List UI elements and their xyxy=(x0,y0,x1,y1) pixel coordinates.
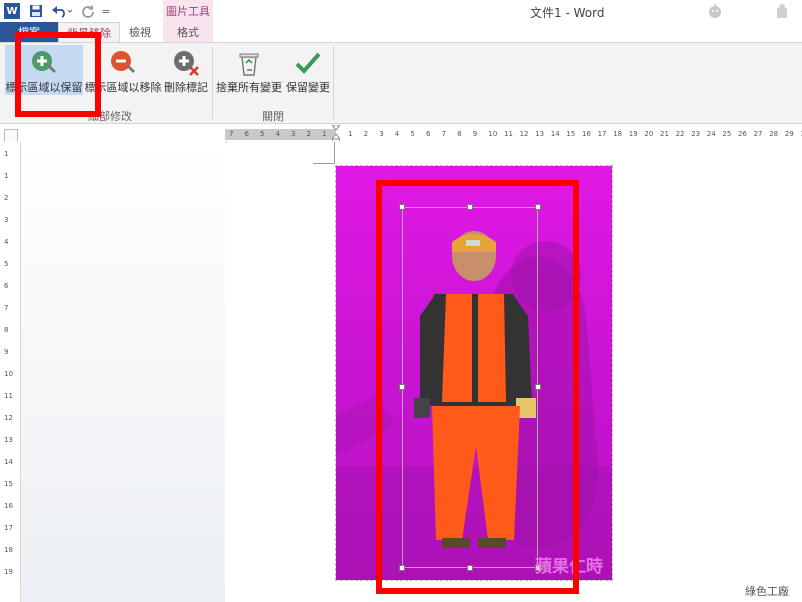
highlight-box-person xyxy=(376,180,579,594)
ruler-tick: 20 xyxy=(644,130,654,138)
navigation-pane xyxy=(21,142,225,602)
delete-mark-label: 刪除標記 xyxy=(164,81,208,94)
ruler-tick: 23 xyxy=(691,130,701,138)
minus-pencil-icon xyxy=(111,51,135,73)
ruler-tick: 12 xyxy=(4,414,13,422)
ruler-tick: 5 xyxy=(4,260,9,268)
save-icon[interactable] xyxy=(28,3,44,19)
ruler-tick: 2 xyxy=(363,130,369,138)
keep-changes-button[interactable]: 保留變更 xyxy=(285,45,331,95)
picture-tools-context-label: 圖片工具 xyxy=(163,0,213,22)
ruler-tick: 11 xyxy=(504,130,513,138)
ruler-tick: 7 xyxy=(229,130,234,138)
page-corner-mark xyxy=(313,163,335,164)
ruler-tick: 10 xyxy=(488,130,498,138)
ruler-tick: 24 xyxy=(706,130,716,138)
highlight-box-mark-keep xyxy=(15,32,101,117)
ruler-tick: 16 xyxy=(4,502,13,510)
ruler-tick: 4 xyxy=(4,238,9,246)
ruler-tick: 8 xyxy=(457,130,462,138)
ruler-tick: 28 xyxy=(769,130,779,138)
ruler-tick: 14 xyxy=(4,458,13,466)
keep-changes-label: 保留變更 xyxy=(286,81,330,94)
ruler-tick: 1 xyxy=(4,172,9,180)
ruler-tick: 25 xyxy=(722,130,732,138)
tab-view[interactable]: 檢視 xyxy=(120,22,160,42)
ruler-tick: 21 xyxy=(660,130,669,138)
ruler-tick: 3 xyxy=(4,216,9,224)
ruler-tick: 27 xyxy=(753,130,763,138)
qat-customize-icon[interactable]: = xyxy=(100,3,112,19)
ruler-tick: 5 xyxy=(260,130,265,138)
group-label-close: 關閉 xyxy=(262,110,284,123)
ruler-tick: 15 xyxy=(4,480,13,488)
tab-selector-button[interactable] xyxy=(4,129,18,143)
ruler-tick: 16 xyxy=(582,130,591,138)
ruler-tick: 9 xyxy=(4,348,9,356)
delete-mark-button[interactable]: 刪除標記 xyxy=(163,45,209,95)
account-icon[interactable] xyxy=(774,3,790,19)
ruler-tick: 26 xyxy=(738,130,747,138)
ruler-tick: 5 xyxy=(410,130,415,138)
ruler-tick: 2 xyxy=(4,194,9,202)
ruler-tick: 19 xyxy=(628,130,638,138)
ribbon-group-divider xyxy=(333,47,334,119)
ruler-tick: 6 xyxy=(4,282,9,290)
checkmark-icon xyxy=(295,52,321,74)
ruler-tick: 4 xyxy=(394,130,400,138)
ruler-tick: 14 xyxy=(550,130,560,138)
ruler-tick: 3 xyxy=(379,130,384,138)
ruler-tick: 1 xyxy=(322,130,327,138)
discard-all-changes-button[interactable]: 捨棄所有變更 xyxy=(215,45,283,95)
page-corner-mark xyxy=(334,142,335,164)
ruler-tick: 18 xyxy=(613,130,623,138)
ruler-tick: 1 xyxy=(348,130,353,138)
ruler-tick: 13 xyxy=(535,130,545,138)
ruler-tick: 3 xyxy=(291,130,296,138)
recycle-bin-icon xyxy=(239,53,259,76)
ruler-tick: 4 xyxy=(275,130,280,138)
ruler-tick: 9 xyxy=(472,130,478,138)
discard-all-label: 捨棄所有變更 xyxy=(216,81,282,94)
ruler-tick: 6 xyxy=(244,130,249,138)
word-logo-icon[interactable]: W xyxy=(4,3,20,19)
redo-icon[interactable] xyxy=(80,3,96,19)
smiley-feedback-icon[interactable] xyxy=(707,3,723,19)
ruler-tick: 13 xyxy=(4,436,13,444)
delete-mark-icon xyxy=(174,51,199,76)
ruler-margin-area xyxy=(225,129,336,140)
undo-icon[interactable] xyxy=(50,3,74,19)
ruler-tick: 18 xyxy=(4,546,13,554)
ruler-tick: 7 xyxy=(4,304,9,312)
ruler-tick: 8 xyxy=(4,326,9,334)
ruler-tick: 6 xyxy=(426,130,431,138)
ruler-tick: 15 xyxy=(566,130,576,138)
site-watermark: 綠色工廠 xyxy=(745,585,789,598)
tab-format[interactable]: 格式 xyxy=(163,22,213,42)
ruler-tick: 11 xyxy=(4,392,13,400)
ruler-tick: 19 xyxy=(4,568,13,576)
ruler-tick: 7 xyxy=(441,130,447,138)
ruler-tick: 29 xyxy=(784,130,794,138)
title-bar xyxy=(0,0,802,22)
window-title: 文件1 - Word xyxy=(530,6,605,20)
ruler-tick: 22 xyxy=(675,130,685,138)
ruler-tick: 1 xyxy=(4,150,9,158)
ruler-tick: 17 xyxy=(4,524,13,532)
ruler-tick: 10 xyxy=(4,370,13,378)
ruler-tick: 2 xyxy=(306,130,311,138)
ruler-tick: 17 xyxy=(597,130,607,138)
ruler-tick: 12 xyxy=(519,130,529,138)
ribbon-group-divider xyxy=(212,47,213,119)
